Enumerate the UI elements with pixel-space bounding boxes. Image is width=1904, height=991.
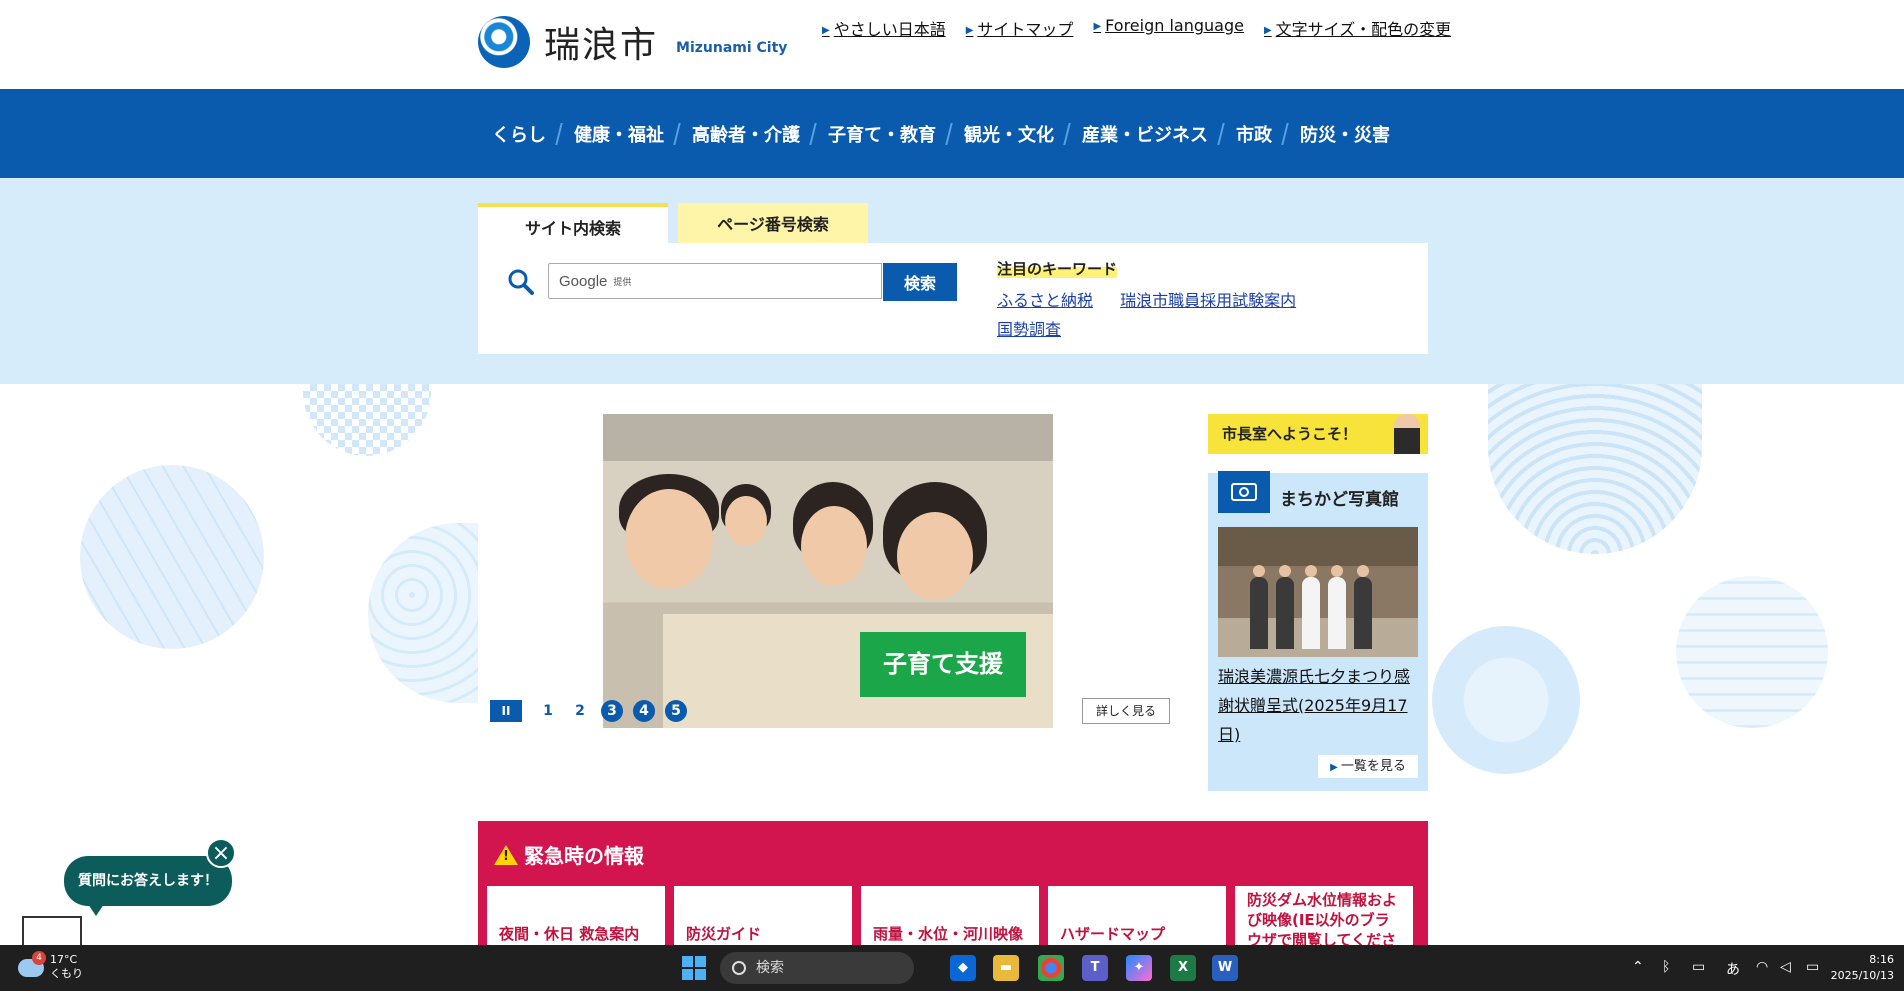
mayor-banner-label: 市長室へようこそ！ xyxy=(1222,425,1358,443)
photo-gallery-image[interactable] xyxy=(1218,527,1418,657)
nav-item-city-gov[interactable]: 市政 xyxy=(1222,121,1286,147)
slide-badge: 子育て支援 xyxy=(860,632,1026,697)
util-link-sitemap[interactable]: サイトマップ xyxy=(966,16,1073,40)
file-explorer-icon[interactable]: ▬ xyxy=(993,955,1019,981)
slide-more-button[interactable]: 詳しく見る xyxy=(1082,698,1170,724)
weather-condition: くもり xyxy=(50,967,83,980)
teams-icon[interactable]: T xyxy=(1082,955,1108,981)
slider-dot-5[interactable]: 5 xyxy=(665,700,687,722)
logo-text: 瑞浪市 xyxy=(544,25,659,66)
chrome-icon[interactable] xyxy=(1038,955,1064,981)
util-link-easy-japanese[interactable]: やさしい日本語 xyxy=(822,16,946,40)
windows-start-icon[interactable] xyxy=(682,956,706,980)
keyword-link-furusato[interactable]: ふるさと納税 xyxy=(997,291,1093,310)
copilot-icon[interactable]: ✦ xyxy=(1126,955,1152,981)
utility-links: やさしい日本語 サイトマップ Foreign language 文字サイズ・配色… xyxy=(822,16,1451,40)
photo-gallery-caption-link[interactable]: 瑞浪美濃源氏七夕まつり感謝状贈呈式(2025年9月17日) xyxy=(1218,662,1418,749)
word-icon[interactable]: W xyxy=(1212,955,1238,981)
emergency-card-disaster-guide[interactable]: 防災ガイド xyxy=(674,886,852,946)
dropbox-icon[interactable]: ◆ xyxy=(950,955,976,981)
weather-widget[interactable]: 17°C くもり xyxy=(18,951,83,981)
cloud-icon xyxy=(18,951,46,977)
tab-page-number-search[interactable]: ページ番号検索 xyxy=(678,203,868,243)
nav-item-disaster[interactable]: 防災・災害 xyxy=(1286,121,1404,147)
taskbar: 17°C くもり 検索 ◆ ▬ T ✦ X W ⌃ ᛒ ▭ あ ◠ ◁ ▭ 8:… xyxy=(0,945,1904,991)
tab-site-search[interactable]: サイト内検索 xyxy=(478,203,668,247)
emergency-card-rainfall[interactable]: 雨量・水位・河川映像 xyxy=(861,886,1039,946)
slider-dot-1[interactable]: 1 xyxy=(537,700,559,722)
battery-icon[interactable]: ▭ xyxy=(1806,959,1819,975)
slider-dot-4[interactable]: 4 xyxy=(633,700,655,722)
volume-icon[interactable]: ◁ xyxy=(1780,959,1791,975)
taskbar-search[interactable]: 検索 xyxy=(720,952,914,984)
emergency-card-night-holiday[interactable]: 夜間・休日 救急案内 xyxy=(487,886,665,946)
emergency-card-hazard-map[interactable]: ハザードマップ xyxy=(1048,886,1226,946)
keywords-title: 注目のキーワード xyxy=(997,260,1118,278)
logo-subtitle: Mizunami City xyxy=(676,40,788,56)
site-header: 瑞浪市 Mizunami City やさしい日本語 サイトマップ Foreign… xyxy=(0,0,1904,89)
nav-item-tourism[interactable]: 観光・文化 xyxy=(950,121,1068,147)
google-brand: Google xyxy=(559,272,608,290)
display-icon[interactable]: ▭ xyxy=(1692,959,1705,975)
util-link-foreign-language[interactable]: Foreign language xyxy=(1093,16,1244,40)
decor-circle xyxy=(1432,626,1580,774)
util-link-text-size[interactable]: 文字サイズ・配色の変更 xyxy=(1264,16,1452,40)
nav-item-childcare[interactable]: 子育て・教育 xyxy=(814,121,950,147)
emergency-card-dam-level[interactable]: 防災ダム水位情報および映像(IE以外のブラウザで閲覧してください) xyxy=(1235,886,1413,946)
clock-time: 8:16 xyxy=(1869,953,1894,966)
excel-icon[interactable]: X xyxy=(1170,955,1196,981)
decor-circle xyxy=(303,384,431,456)
bluetooth-icon[interactable]: ᛒ xyxy=(1662,959,1670,975)
nav-item-living[interactable]: くらし xyxy=(478,121,560,147)
clock[interactable]: 8:16 2025/10/13 xyxy=(1831,952,1894,984)
keyword-link-census[interactable]: 国勢調査 xyxy=(997,320,1061,339)
keyword-links: ふるさと納税 瑞浪市職員採用試験案内 国勢調査 xyxy=(997,286,1327,344)
search-input[interactable]: Google 提供 xyxy=(548,263,882,299)
search-button[interactable]: 検索 xyxy=(883,263,957,301)
decor-circle xyxy=(368,523,478,703)
nav-item-elderly[interactable]: 高齢者・介護 xyxy=(678,121,814,147)
search-icon xyxy=(508,269,534,295)
site-logo[interactable]: 瑞浪市 Mizunami City xyxy=(478,16,787,68)
logo-emblem-icon xyxy=(478,16,530,68)
mayor-banner[interactable]: 市長室へようこそ！ xyxy=(1208,414,1428,454)
chatbot-bubble[interactable]: 質問にお答えします！ xyxy=(64,856,232,916)
decor-circle xyxy=(80,465,264,649)
nav-item-business[interactable]: 産業・ビジネス xyxy=(1068,121,1222,147)
slider-dot-3[interactable]: 3 xyxy=(601,700,623,722)
ime-indicator[interactable]: あ xyxy=(1726,959,1740,979)
clock-date: 2025/10/13 xyxy=(1830,969,1894,982)
close-icon[interactable]: × xyxy=(206,838,236,868)
nav-item-health[interactable]: 健康・福祉 xyxy=(560,121,678,147)
wifi-icon[interactable]: ◠ xyxy=(1756,959,1768,975)
weather-temp: 17°C xyxy=(50,953,78,966)
global-nav: くらし 健康・福祉 高齢者・介護 子育て・教育 観光・文化 産業・ビジネス 市政… xyxy=(0,89,1904,178)
keyword-link-recruitment[interactable]: 瑞浪市職員採用試験案内 xyxy=(1120,291,1296,310)
decor-circle xyxy=(1676,576,1828,728)
photo-list-button[interactable]: 一覧を見る xyxy=(1318,755,1418,778)
chatbot-box-icon[interactable] xyxy=(22,916,82,948)
warning-icon xyxy=(494,844,518,865)
google-brand-sub: 提供 xyxy=(613,276,632,287)
mayor-photo xyxy=(1394,414,1420,454)
camera-icon xyxy=(1218,471,1270,513)
photo-gallery-title: まちかど写真館 xyxy=(1280,490,1399,510)
slider-dot-2[interactable]: 2 xyxy=(569,700,591,722)
decor-circle xyxy=(1488,384,1702,554)
chevron-up-icon[interactable]: ⌃ xyxy=(1632,959,1644,975)
slider-pause-button[interactable]: II xyxy=(490,700,522,722)
emergency-title: 緊急時の情報 xyxy=(494,840,644,869)
